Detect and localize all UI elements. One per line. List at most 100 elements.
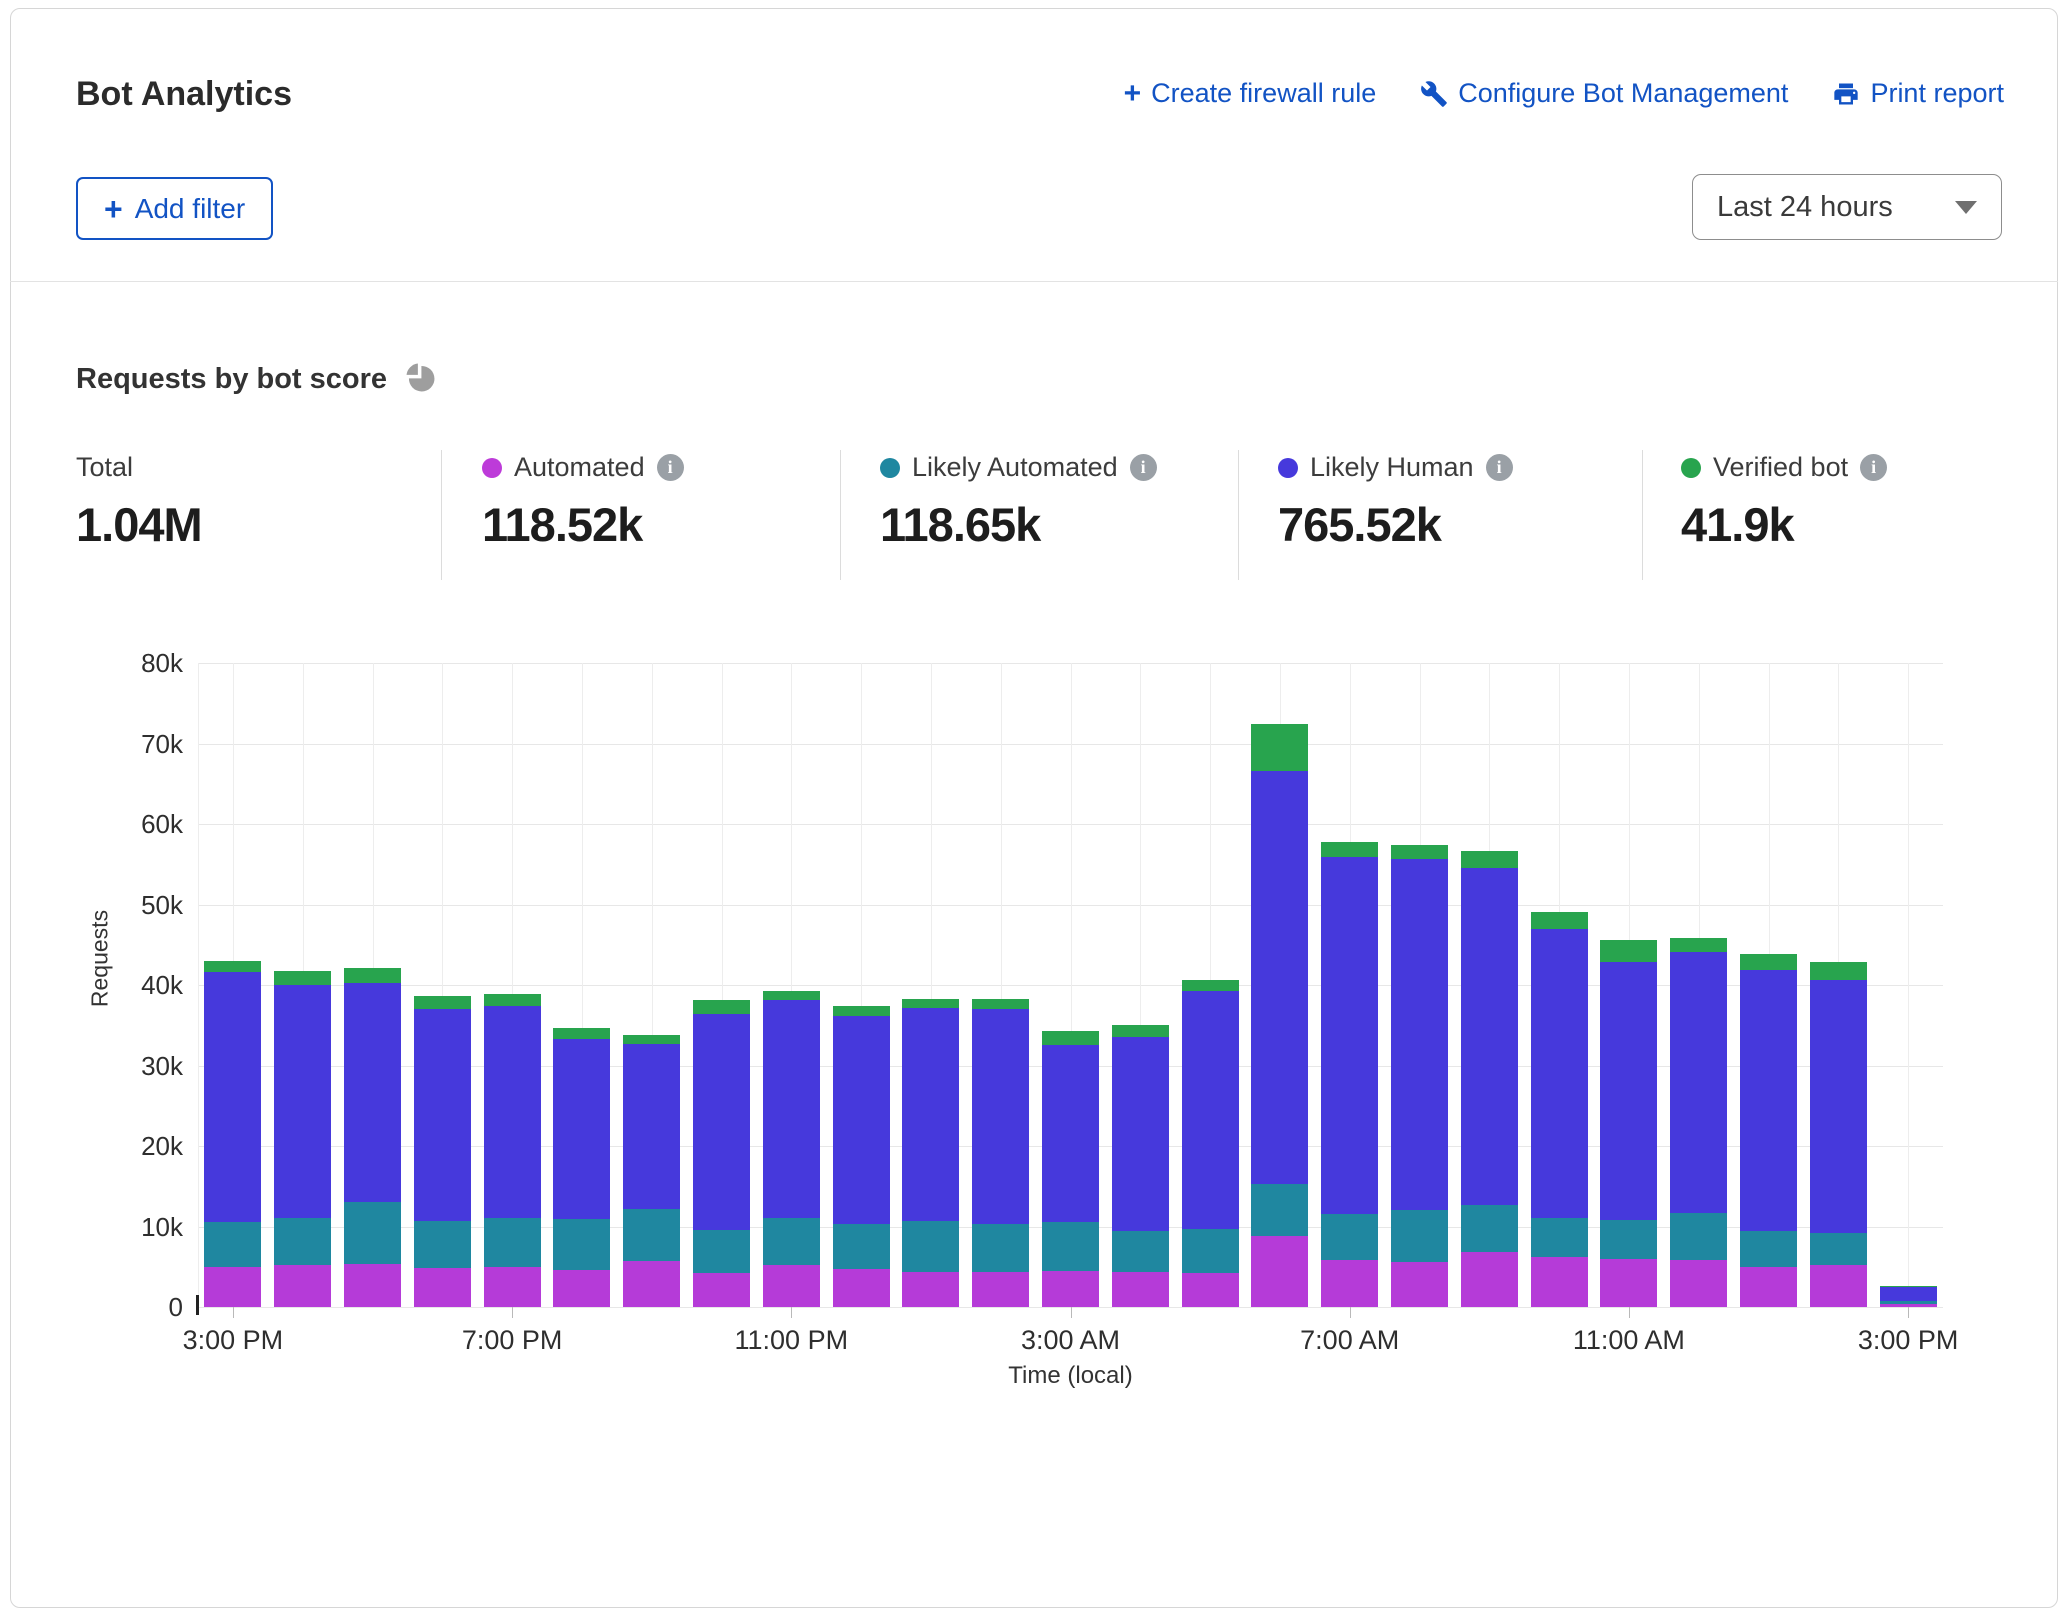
info-icon[interactable]: i [1486,454,1513,481]
bar-segment-verified-bot[interactable] [484,994,541,1006]
bar-segment-verified-bot[interactable] [1880,1286,1937,1287]
bar-segment-automated[interactable] [414,1268,471,1307]
bar-segment-verified-bot[interactable] [1600,940,1657,963]
bar-segment-likely-automated[interactable] [1391,1210,1448,1262]
bar-segment-likely-human[interactable] [1182,991,1239,1228]
bar-segment-likely-automated[interactable] [1531,1218,1588,1257]
bar-segment-likely-human[interactable] [274,985,331,1218]
bar-segment-likely-automated[interactable] [972,1224,1029,1271]
bar-segment-automated[interactable] [1182,1273,1239,1307]
bar-segment-likely-automated[interactable] [1112,1231,1169,1271]
bar-segment-verified-bot[interactable] [1461,851,1518,868]
info-icon[interactable]: i [657,454,684,481]
bar-segment-verified-bot[interactable] [414,996,471,1009]
bar-segment-likely-automated[interactable] [274,1218,331,1265]
bar-segment-verified-bot[interactable] [1531,912,1588,930]
bar-segment-automated[interactable] [693,1273,750,1307]
bar-segment-likely-human[interactable] [623,1044,680,1209]
bar-segment-verified-bot[interactable] [1182,980,1239,991]
bar-segment-likely-automated[interactable] [344,1202,401,1265]
print-report-link[interactable]: Print report [1832,78,2004,109]
bar-segment-automated[interactable] [1810,1265,1867,1307]
create-firewall-rule-link[interactable]: + Create firewall rule [1124,78,1377,109]
bar-segment-likely-human[interactable] [204,972,261,1222]
bar-segment-likely-automated[interactable] [1182,1229,1239,1273]
bar-segment-likely-human[interactable] [1391,859,1448,1209]
bar-segment-likely-automated[interactable] [693,1230,750,1273]
bar-segment-likely-human[interactable] [484,1006,541,1218]
bar-segment-likely-human[interactable] [553,1039,610,1219]
bar-segment-automated[interactable] [763,1265,820,1307]
bar-segment-likely-human[interactable] [972,1009,1029,1224]
bar-segment-verified-bot[interactable] [623,1035,680,1044]
bar-segment-verified-bot[interactable] [972,999,1029,1009]
bar-segment-automated[interactable] [623,1261,680,1307]
bar-segment-verified-bot[interactable] [1670,938,1727,952]
bar-segment-likely-automated[interactable] [414,1221,471,1268]
bar-segment-likely-automated[interactable] [1600,1220,1657,1259]
bar-segment-likely-automated[interactable] [553,1219,610,1270]
bar-segment-automated[interactable] [1251,1236,1308,1307]
bar-segment-automated[interactable] [553,1270,610,1307]
bar-segment-verified-bot[interactable] [693,1000,750,1014]
bar-segment-automated[interactable] [902,1272,959,1307]
bar-segment-likely-human[interactable] [1321,857,1378,1214]
bar-segment-automated[interactable] [1600,1259,1657,1307]
configure-bot-management-link[interactable]: Configure Bot Management [1420,78,1788,109]
bar-segment-verified-bot[interactable] [1112,1025,1169,1037]
bar-segment-likely-automated[interactable] [1042,1222,1099,1271]
bar-segment-likely-automated[interactable] [1880,1301,1937,1303]
bar-segment-likely-human[interactable] [693,1014,750,1230]
bar-segment-likely-human[interactable] [1600,962,1657,1220]
info-icon[interactable]: i [1860,454,1887,481]
bar-segment-verified-bot[interactable] [763,991,820,1000]
bar-segment-likely-human[interactable] [1461,868,1518,1204]
bar-segment-likely-automated[interactable] [833,1224,890,1269]
bar-segment-likely-human[interactable] [414,1009,471,1221]
bar-segment-likely-automated[interactable] [763,1218,820,1265]
bar-segment-likely-automated[interactable] [484,1218,541,1267]
bar-segment-likely-automated[interactable] [1461,1205,1518,1252]
bar-segment-automated[interactable] [274,1265,331,1307]
bar-segment-likely-automated[interactable] [204,1222,261,1266]
bar-segment-automated[interactable] [1461,1252,1518,1307]
add-filter-button[interactable]: + Add filter [76,177,273,240]
bar-segment-verified-bot[interactable] [1391,845,1448,859]
bar-segment-verified-bot[interactable] [833,1006,890,1016]
bar-segment-likely-human[interactable] [1880,1287,1937,1301]
bar-segment-verified-bot[interactable] [1042,1031,1099,1045]
bar-segment-verified-bot[interactable] [204,961,261,972]
bar-segment-verified-bot[interactable] [1810,962,1867,980]
bar-segment-likely-human[interactable] [1251,771,1308,1184]
bar-segment-likely-human[interactable] [833,1016,890,1224]
bar-segment-automated[interactable] [344,1264,401,1307]
bar-segment-likely-human[interactable] [763,1000,820,1217]
bar-segment-verified-bot[interactable] [274,971,331,985]
bar-segment-verified-bot[interactable] [902,999,959,1009]
bar-segment-likely-automated[interactable] [1670,1213,1727,1260]
bar-segment-likely-automated[interactable] [1810,1233,1867,1265]
time-range-dropdown[interactable]: Last 24 hours [1692,174,2002,240]
bar-segment-automated[interactable] [1670,1260,1727,1307]
bar-segment-likely-automated[interactable] [1321,1214,1378,1261]
bar-segment-automated[interactable] [1321,1260,1378,1307]
bar-segment-likely-human[interactable] [1810,980,1867,1233]
bar-segment-likely-automated[interactable] [623,1209,680,1261]
bar-segment-automated[interactable] [1531,1257,1588,1307]
bar-segment-automated[interactable] [1740,1267,1797,1307]
bar-segment-automated[interactable] [1391,1262,1448,1307]
bar-segment-automated[interactable] [1112,1272,1169,1307]
bar-segment-likely-human[interactable] [1740,970,1797,1232]
bar-segment-likely-human[interactable] [1531,929,1588,1217]
info-icon[interactable]: i [1130,454,1157,481]
bar-segment-verified-bot[interactable] [1740,954,1797,969]
bar-segment-verified-bot[interactable] [344,968,401,982]
bar-segment-likely-human[interactable] [1042,1045,1099,1221]
bar-segment-likely-automated[interactable] [1251,1184,1308,1236]
bar-segment-automated[interactable] [833,1269,890,1307]
bar-segment-likely-human[interactable] [1112,1037,1169,1231]
bar-segment-verified-bot[interactable] [1321,842,1378,857]
bar-segment-likely-human[interactable] [344,983,401,1202]
bar-segment-likely-automated[interactable] [1740,1231,1797,1266]
bar-segment-likely-automated[interactable] [902,1221,959,1272]
